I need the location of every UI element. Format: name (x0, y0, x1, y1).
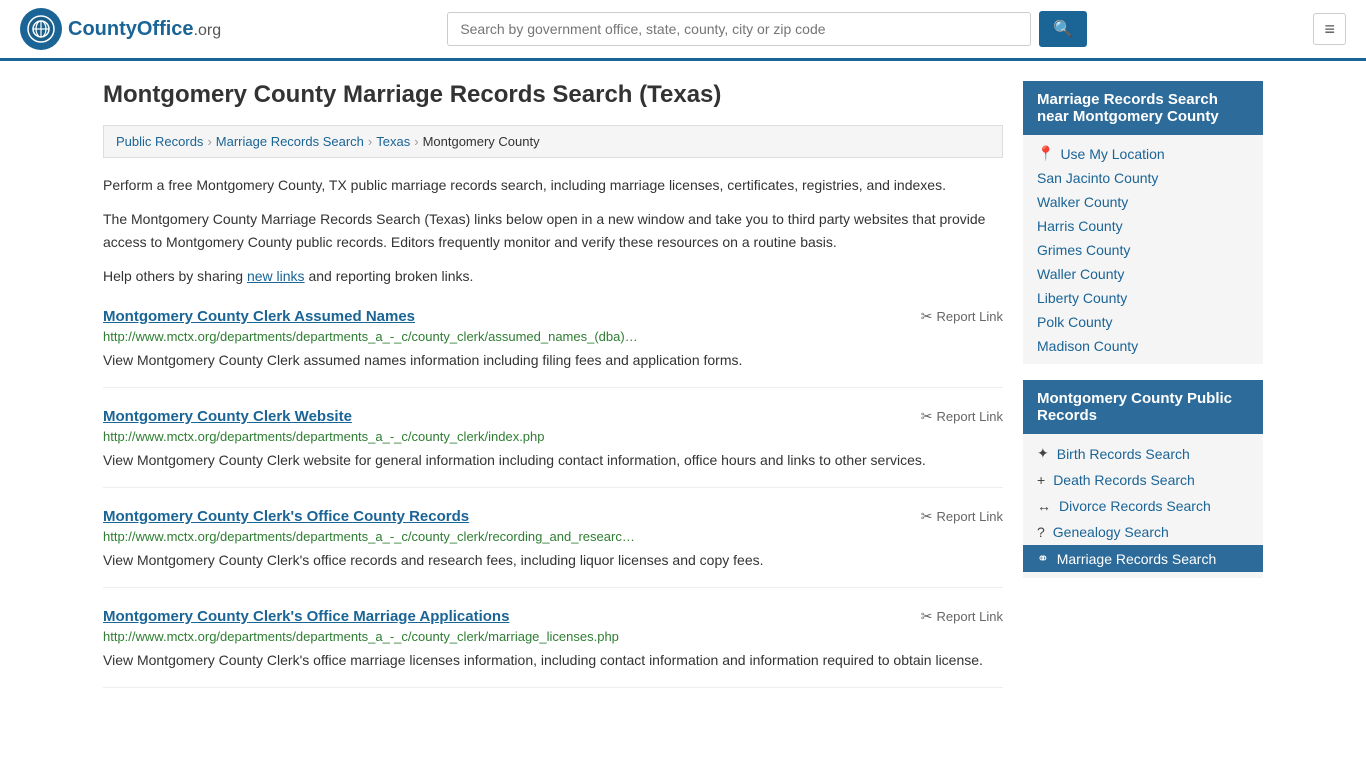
logo-area: CountyOffice.org (20, 8, 221, 50)
sidebar-records-list: ✦ Birth Records Search + Death Records S… (1023, 434, 1263, 578)
report-link-0[interactable]: ✂ Report Link (921, 308, 1003, 325)
search-input[interactable] (447, 12, 1031, 46)
rec-icon-1: + (1037, 472, 1045, 488)
description-3: Help others by sharing new links and rep… (103, 265, 1003, 287)
result-title-3[interactable]: Montgomery County Clerk's Office Marriag… (103, 608, 509, 625)
result-desc-3: View Montgomery County Clerk's office ma… (103, 650, 1003, 671)
sidebar-item-liberty-county[interactable]: Liberty County (1023, 286, 1263, 310)
sidebar: Marriage Records Search near Montgomery … (1023, 81, 1263, 708)
report-link-2[interactable]: ✂ Report Link (921, 508, 1003, 525)
records-item-0[interactable]: ✦ Birth Records Search (1023, 440, 1263, 467)
result-url-1[interactable]: http://www.mctx.org/departments/departme… (103, 429, 1003, 444)
records-item-1[interactable]: + Death Records Search (1023, 467, 1263, 493)
logo-icon (20, 8, 62, 50)
sidebar-nearby-title: Marriage Records Search near Montgomery … (1023, 81, 1263, 135)
rec-icon-2: ↔ (1037, 498, 1051, 514)
breadcrumb-sep-3: › (414, 134, 418, 149)
result-item: Montgomery County Clerk Website ✂ Report… (103, 408, 1003, 488)
sidebar-item-waller-county[interactable]: Waller County (1023, 262, 1263, 286)
sidebar-item-madison-county[interactable]: Madison County (1023, 334, 1263, 358)
rec-icon-4: ⚭ (1037, 550, 1049, 567)
sidebar-records-section: Montgomery County Public Records ✦ Birth… (1023, 380, 1263, 578)
sidebar-nearby-list: 📍 Use My Location San Jacinto County Walk… (1023, 135, 1263, 364)
sidebar-item-san-jacinto-county[interactable]: San Jacinto County (1023, 166, 1263, 190)
breadcrumb: Public Records › Marriage Records Search… (103, 125, 1003, 158)
sidebar-use-location[interactable]: 📍 Use My Location (1023, 141, 1263, 166)
content-area: Montgomery County Marriage Records Searc… (103, 81, 1003, 708)
result-desc-1: View Montgomery County Clerk website for… (103, 450, 1003, 471)
result-url-2[interactable]: http://www.mctx.org/departments/departme… (103, 529, 1003, 544)
rec-link-4[interactable]: Marriage Records Search (1057, 551, 1217, 567)
result-desc-2: View Montgomery County Clerk's office re… (103, 550, 1003, 571)
result-item: Montgomery County Clerk Assumed Names ✂ … (103, 308, 1003, 388)
nearby-county-link-6[interactable]: Polk County (1037, 314, 1112, 330)
result-header: Montgomery County Clerk's Office County … (103, 508, 1003, 525)
logo-text[interactable]: CountyOffice.org (68, 18, 221, 41)
use-location-link[interactable]: Use My Location (1060, 146, 1164, 162)
main-container: Montgomery County Marriage Records Searc… (83, 61, 1283, 728)
sidebar-item-harris-county[interactable]: Harris County (1023, 214, 1263, 238)
nearby-county-link-7[interactable]: Madison County (1037, 338, 1138, 354)
report-icon-3: ✂ (921, 608, 933, 625)
nearby-county-link-1[interactable]: Walker County (1037, 194, 1128, 210)
menu-button[interactable]: ≡ (1313, 13, 1346, 45)
result-url-3[interactable]: http://www.mctx.org/departments/departme… (103, 629, 1003, 644)
breadcrumb-texas[interactable]: Texas (376, 134, 410, 149)
records-item-3[interactable]: ? Genealogy Search (1023, 519, 1263, 545)
report-icon-0: ✂ (921, 308, 933, 325)
rec-link-0[interactable]: Birth Records Search (1057, 446, 1190, 462)
description-1: Perform a free Montgomery County, TX pub… (103, 174, 1003, 196)
rec-link-3[interactable]: Genealogy Search (1053, 524, 1169, 540)
results-list: Montgomery County Clerk Assumed Names ✂ … (103, 308, 1003, 688)
search-icon: 🔍 (1053, 21, 1073, 38)
rec-icon-0: ✦ (1037, 445, 1049, 462)
result-desc-0: View Montgomery County Clerk assumed nam… (103, 350, 1003, 371)
report-label-2: Report Link (937, 509, 1003, 524)
menu-icon: ≡ (1324, 19, 1335, 39)
result-item: Montgomery County Clerk's Office County … (103, 508, 1003, 588)
description-2: The Montgomery County Marriage Records S… (103, 208, 1003, 253)
result-url-0[interactable]: http://www.mctx.org/departments/departme… (103, 329, 1003, 344)
nearby-county-link-5[interactable]: Liberty County (1037, 290, 1127, 306)
breadcrumb-sep-2: › (368, 134, 372, 149)
report-label-3: Report Link (937, 609, 1003, 624)
breadcrumb-marriage-records[interactable]: Marriage Records Search (216, 134, 364, 149)
records-item-4[interactable]: ⚭ Marriage Records Search (1023, 545, 1263, 572)
rec-link-1[interactable]: Death Records Search (1053, 472, 1195, 488)
result-header: Montgomery County Clerk Website ✂ Report… (103, 408, 1003, 425)
site-header: CountyOffice.org 🔍 ≡ (0, 0, 1366, 61)
breadcrumb-sep-1: › (207, 134, 211, 149)
report-link-1[interactable]: ✂ Report Link (921, 408, 1003, 425)
report-label-0: Report Link (937, 309, 1003, 324)
page-title: Montgomery County Marriage Records Searc… (103, 81, 1003, 109)
sidebar-item-walker-county[interactable]: Walker County (1023, 190, 1263, 214)
breadcrumb-public-records[interactable]: Public Records (116, 134, 203, 149)
result-title-2[interactable]: Montgomery County Clerk's Office County … (103, 508, 469, 525)
nearby-county-link-4[interactable]: Waller County (1037, 266, 1124, 282)
breadcrumb-county: Montgomery County (423, 134, 540, 149)
report-icon-1: ✂ (921, 408, 933, 425)
report-icon-2: ✂ (921, 508, 933, 525)
sidebar-nearby-section: Marriage Records Search near Montgomery … (1023, 81, 1263, 364)
sidebar-item-polk-county[interactable]: Polk County (1023, 310, 1263, 334)
rec-link-2[interactable]: Divorce Records Search (1059, 498, 1211, 514)
sidebar-records-title: Montgomery County Public Records (1023, 380, 1263, 434)
search-area: 🔍 (447, 11, 1087, 47)
nearby-county-link-3[interactable]: Grimes County (1037, 242, 1130, 258)
result-header: Montgomery County Clerk Assumed Names ✂ … (103, 308, 1003, 325)
records-item-2[interactable]: ↔ Divorce Records Search (1023, 493, 1263, 519)
result-item: Montgomery County Clerk's Office Marriag… (103, 608, 1003, 688)
result-title-0[interactable]: Montgomery County Clerk Assumed Names (103, 308, 415, 325)
sidebar-item-grimes-county[interactable]: Grimes County (1023, 238, 1263, 262)
nearby-county-link-2[interactable]: Harris County (1037, 218, 1123, 234)
nearby-county-link-0[interactable]: San Jacinto County (1037, 170, 1158, 186)
result-header: Montgomery County Clerk's Office Marriag… (103, 608, 1003, 625)
search-button[interactable]: 🔍 (1039, 11, 1087, 47)
report-label-1: Report Link (937, 409, 1003, 424)
new-links-link[interactable]: new links (247, 268, 305, 284)
result-title-1[interactable]: Montgomery County Clerk Website (103, 408, 352, 425)
location-icon: 📍 (1037, 145, 1054, 162)
report-link-3[interactable]: ✂ Report Link (921, 608, 1003, 625)
rec-icon-3: ? (1037, 524, 1045, 540)
